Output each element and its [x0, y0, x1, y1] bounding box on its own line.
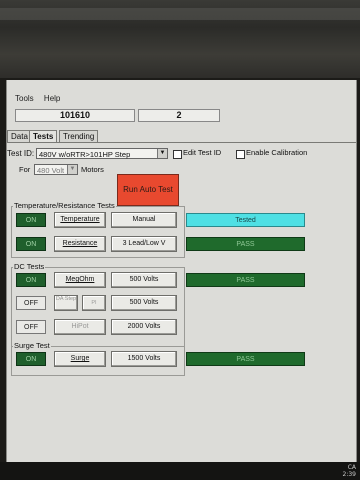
enable-calibration-label: Enable Calibration — [246, 148, 308, 157]
test-id-label: Test ID: — [7, 149, 35, 158]
da-pi-state-toggle[interactable]: OFF — [16, 296, 46, 310]
resistance-button[interactable]: Resistance — [54, 236, 106, 252]
chevron-down-icon[interactable]: ▼ — [157, 149, 167, 158]
hipot-voltage-button[interactable]: 2000 Volts — [111, 319, 177, 335]
enable-calibration-checkbox[interactable] — [236, 150, 245, 159]
edit-test-id-checkbox[interactable] — [173, 150, 182, 159]
surge-voltage-button[interactable]: 1500 Volts — [111, 351, 177, 367]
for-label: For — [19, 165, 31, 174]
voltage-value: 480 Volt — [37, 166, 65, 175]
resistance-mode-button[interactable]: 3 Lead/Low V — [111, 236, 177, 252]
test-id-select[interactable]: 480V w/oRTR>101HP Step ▼ — [36, 148, 168, 159]
edit-test-id-label: Edit Test ID — [183, 148, 222, 157]
megohm-state-toggle[interactable]: ON — [16, 273, 46, 287]
system-tray: CA 2:39 — [343, 464, 356, 478]
pi-button[interactable]: PI — [82, 295, 106, 311]
dc-tests-group-label: DC Tests — [13, 262, 46, 271]
tray-clock: 2:39 — [342, 471, 356, 478]
id-row: 101610 2 — [15, 109, 315, 122]
monitor-bezel-top — [0, 0, 360, 78]
test-id-value: 480V w/oRTR>101HP Step — [39, 150, 131, 159]
temp-resistance-group-label: Temperature/Resistance Tests — [13, 201, 116, 210]
surge-button[interactable]: Surge — [54, 351, 106, 367]
megohm-result: PASS — [186, 273, 305, 287]
megohm-voltage-button[interactable]: 500 Volts — [111, 272, 177, 288]
hipot-button[interactable]: HiPot — [54, 319, 106, 335]
surge-result: PASS — [186, 352, 305, 366]
app-window: Tools Help 101610 2 Data Tests Trending … — [6, 80, 357, 462]
temperature-result: Tested — [186, 213, 305, 227]
menu-bar: Tools Help — [15, 94, 68, 108]
resistance-state-toggle[interactable]: ON — [16, 237, 46, 251]
tray-label: CA — [347, 464, 356, 471]
resistance-result: PASS — [186, 237, 305, 251]
motors-label: Motors — [81, 165, 104, 174]
voltage-select[interactable]: 480 Volt ▼ — [34, 164, 78, 175]
run-auto-test-button[interactable]: Run Auto Test — [117, 174, 179, 206]
count-box: 2 — [138, 109, 220, 122]
tab-divider — [7, 142, 356, 143]
monitor-bezel-bottom: CA 2:39 — [0, 462, 360, 480]
da-pi-voltage-button[interactable]: 500 Volts — [111, 295, 177, 311]
temperature-state-toggle[interactable]: ON — [16, 213, 46, 227]
da-step-button[interactable]: DA Step — [54, 295, 78, 311]
temperature-button[interactable]: Temperature — [54, 212, 106, 228]
hipot-state-toggle[interactable]: OFF — [16, 320, 46, 334]
temperature-mode-button[interactable]: Manual — [111, 212, 177, 228]
menu-tools[interactable]: Tools — [15, 94, 34, 103]
surge-test-group-label: Surge Test — [13, 341, 51, 350]
motor-id-box: 101610 — [15, 109, 135, 122]
surge-state-toggle[interactable]: ON — [16, 352, 46, 366]
megohm-button[interactable]: MegOhm — [54, 272, 106, 288]
chevron-down-icon[interactable]: ▼ — [67, 165, 77, 174]
menu-help[interactable]: Help — [44, 94, 60, 103]
